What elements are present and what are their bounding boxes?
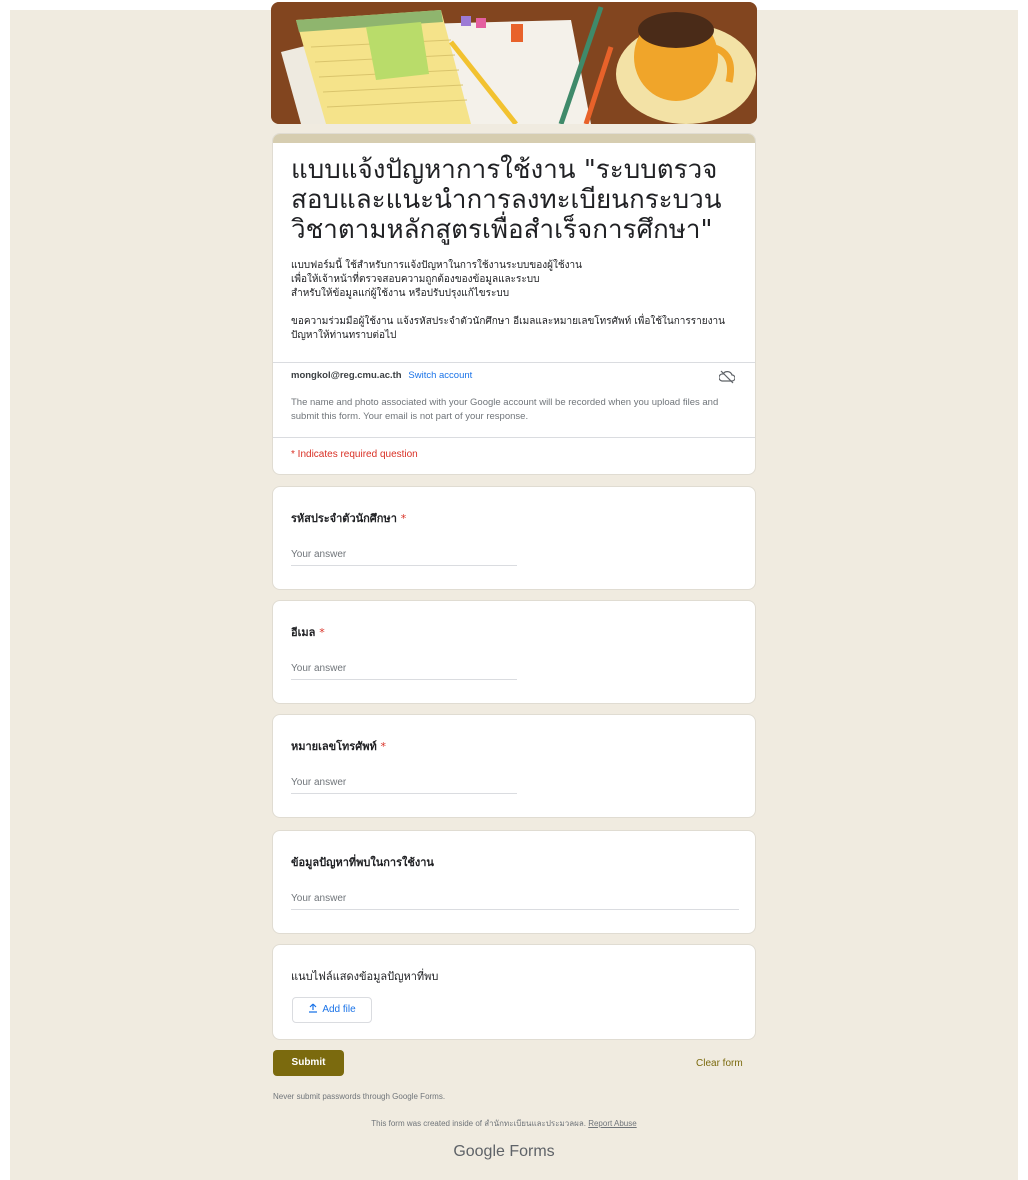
file-upload-card: แนบไฟล์แสดงข้อมูลปัญหาที่พบ Add file	[272, 944, 756, 1040]
description-line: เพื่อให้เจ้าหน้าที่ตรวจสอบความถูกต้องของ…	[291, 274, 540, 285]
account-email: mongkol@reg.cmu.ac.th	[291, 370, 402, 381]
submit-button[interactable]: Submit	[273, 1050, 344, 1076]
question-text: อีเมล	[291, 626, 316, 639]
question-text: ข้อมูลปัญหาที่พบในการใช้งาน	[291, 856, 434, 869]
required-asterisk: *	[400, 512, 407, 525]
divider	[273, 362, 755, 363]
add-file-button[interactable]: Add file	[292, 997, 372, 1023]
required-asterisk: *	[380, 740, 387, 753]
divider	[273, 437, 755, 438]
description-line: สำหรับให้ข้อมูลแก่ผู้ใช้งาน หรือปรับปรุง…	[291, 288, 510, 299]
phone-input[interactable]: Your answer	[291, 773, 517, 794]
account-notice: The name and photo associated with your …	[291, 397, 719, 422]
question-card: รหัสประจำตัวนักศึกษา * Your answer	[272, 486, 756, 590]
question-text: หมายเลขโทรศัพท์	[291, 740, 377, 753]
description-line: แบบฟอร์มนี้ ใช้สำหรับการแจ้งปัญหาในการใช…	[291, 260, 582, 271]
email-input[interactable]: Your answer	[291, 659, 517, 680]
report-abuse-link[interactable]: Report Abuse	[588, 1119, 636, 1128]
required-asterisk: *	[319, 626, 325, 639]
password-warning: Never submit passwords through Google Fo…	[273, 1092, 446, 1101]
created-by-note: This form was created inside of สำนักทะเ…	[0, 1117, 1008, 1130]
account-row: mongkol@reg.cmu.ac.th Switch account	[291, 370, 739, 390]
created-text: This form was created inside of สำนักทะเ…	[371, 1119, 586, 1128]
form-description: แบบฟอร์มนี้ ใช้สำหรับการแจ้งปัญหาในการใช…	[291, 259, 739, 343]
question-label: อีเมล *	[291, 623, 325, 641]
problem-details-input[interactable]: Your answer	[291, 889, 739, 910]
cloud-off-icon	[719, 370, 735, 384]
upload-icon	[309, 1003, 318, 1013]
card-accent-bar	[273, 134, 755, 143]
student-id-input[interactable]: Your answer	[291, 545, 517, 566]
header-banner-image	[271, 2, 757, 124]
add-file-label: Add file	[322, 1004, 356, 1015]
clear-form-button[interactable]: Clear form	[696, 1058, 743, 1069]
form-header-card: แบบแจ้งปัญหาการใช้งาน "ระบบตรวจสอบและแนะ…	[272, 133, 756, 475]
google-forms-logo[interactable]: Google Forms	[0, 1143, 1008, 1161]
question-text: รหัสประจำตัวนักศึกษา	[291, 512, 397, 525]
upload-label: แนบไฟล์แสดงข้อมูลปัญหาที่พบ	[291, 970, 439, 983]
question-card: อีเมล * Your answer	[272, 600, 756, 704]
question-label: หมายเลขโทรศัพท์ *	[291, 737, 386, 755]
question-card: หมายเลขโทรศัพท์ * Your answer	[272, 714, 756, 818]
question-label: ข้อมูลปัญหาที่พบในการใช้งาน	[291, 853, 434, 871]
switch-account-link[interactable]: Switch account	[408, 370, 472, 381]
question-label: รหัสประจำตัวนักศึกษา *	[291, 509, 406, 527]
question-card: ข้อมูลปัญหาที่พบในการใช้งาน Your answer	[272, 830, 756, 934]
form-title: แบบแจ้งปัญหาการใช้งาน "ระบบตรวจสอบและแนะ…	[291, 155, 722, 245]
description-line: ขอความร่วมมือผู้ใช้งาน แจ้งรหัสประจำตัวน…	[291, 316, 725, 341]
required-note: * Indicates required question	[291, 449, 418, 460]
